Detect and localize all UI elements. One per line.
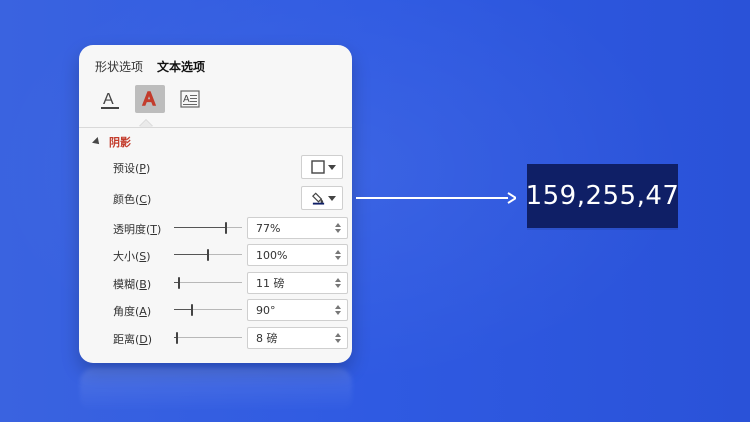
rgb-value-box: 159,255,47	[525, 164, 680, 228]
textbox-icon[interactable]: A	[175, 85, 205, 113]
angle-input[interactable]	[256, 303, 330, 317]
selected-pointer-notch	[139, 120, 153, 127]
chevron-down-icon	[328, 164, 336, 170]
blur-input[interactable]	[256, 276, 330, 290]
panel-tabs: 形状选项 文本选项	[95, 58, 205, 75]
angle-stepper[interactable]	[333, 301, 343, 319]
section-title: 阴影	[109, 136, 131, 149]
angle-label: 角度(A)	[113, 305, 152, 318]
text-options-icons: A A A	[95, 85, 205, 113]
angle-spinbox	[247, 299, 348, 321]
chevron-up-icon	[335, 250, 341, 254]
chevron-up-icon	[335, 333, 341, 337]
tab-text-options[interactable]: 文本选项	[157, 58, 205, 75]
color-dropdown[interactable]	[301, 186, 343, 210]
color-label: 颜色(C)	[113, 193, 152, 206]
svg-text:A: A	[103, 91, 114, 108]
text-effects-icon[interactable]: A	[135, 85, 165, 113]
slider-thumb[interactable]	[191, 304, 193, 316]
size-label: 大小(S)	[113, 250, 151, 263]
collapse-icon	[92, 137, 102, 147]
chevron-down-icon	[335, 339, 341, 343]
format-shape-panel: 形状选项 文本选项 A A A 阴影 预设(P) 颜色(C) 透明度(T) 77…	[79, 45, 352, 363]
size-input[interactable]	[256, 248, 330, 262]
slider-track	[174, 282, 242, 283]
slider-fill	[174, 254, 207, 255]
transparency-label: 透明度(T)	[113, 223, 162, 236]
transparency-input[interactable]	[256, 221, 330, 235]
slider-fill	[174, 309, 191, 310]
distance-input[interactable]	[256, 331, 330, 345]
transparency-stepper[interactable]	[333, 219, 343, 237]
svg-text:A: A	[143, 89, 155, 109]
rgb-value-text: 159,255,47	[525, 181, 680, 211]
paint-bucket-icon	[312, 192, 325, 205]
chevron-up-icon	[335, 223, 341, 227]
slider-fill	[174, 227, 225, 228]
tab-shape-options[interactable]: 形状选项	[95, 58, 143, 75]
slider-thumb[interactable]	[176, 332, 178, 344]
chevron-up-icon	[335, 278, 341, 282]
svg-text:A: A	[183, 94, 190, 105]
panel-reflection	[80, 368, 352, 412]
blur-stepper[interactable]	[333, 274, 343, 292]
chevron-down-icon	[328, 195, 336, 201]
size-slider[interactable]	[174, 248, 242, 262]
text-fill-outline-icon[interactable]: A	[95, 85, 125, 113]
distance-label: 距离(D)	[113, 333, 153, 346]
panel-divider	[79, 127, 352, 128]
size-spinbox	[247, 244, 348, 266]
distance-slider[interactable]	[174, 331, 242, 345]
distance-stepper[interactable]	[333, 329, 343, 347]
transparency-slider[interactable]	[174, 221, 242, 235]
chevron-down-icon	[335, 284, 341, 288]
blur-slider[interactable]	[174, 276, 242, 290]
preset-label: 预设(P)	[113, 162, 151, 175]
distance-spinbox	[247, 327, 348, 349]
blur-label: 模糊(B)	[113, 278, 152, 291]
right-arrow-icon	[356, 192, 516, 204]
chevron-down-icon	[335, 311, 341, 315]
chevron-up-icon	[335, 305, 341, 309]
angle-slider[interactable]	[174, 303, 242, 317]
preset-dropdown[interactable]	[301, 155, 343, 179]
slider-track	[174, 337, 242, 338]
blur-spinbox	[247, 272, 348, 294]
slider-thumb[interactable]	[178, 277, 180, 289]
square-icon	[311, 160, 325, 174]
chevron-down-icon	[335, 256, 341, 260]
size-stepper[interactable]	[333, 246, 343, 264]
slider-thumb[interactable]	[207, 249, 209, 261]
transparency-spinbox	[247, 217, 348, 239]
section-shadow[interactable]: 阴影	[92, 134, 131, 150]
chevron-down-icon	[335, 229, 341, 233]
slider-thumb[interactable]	[225, 222, 227, 234]
